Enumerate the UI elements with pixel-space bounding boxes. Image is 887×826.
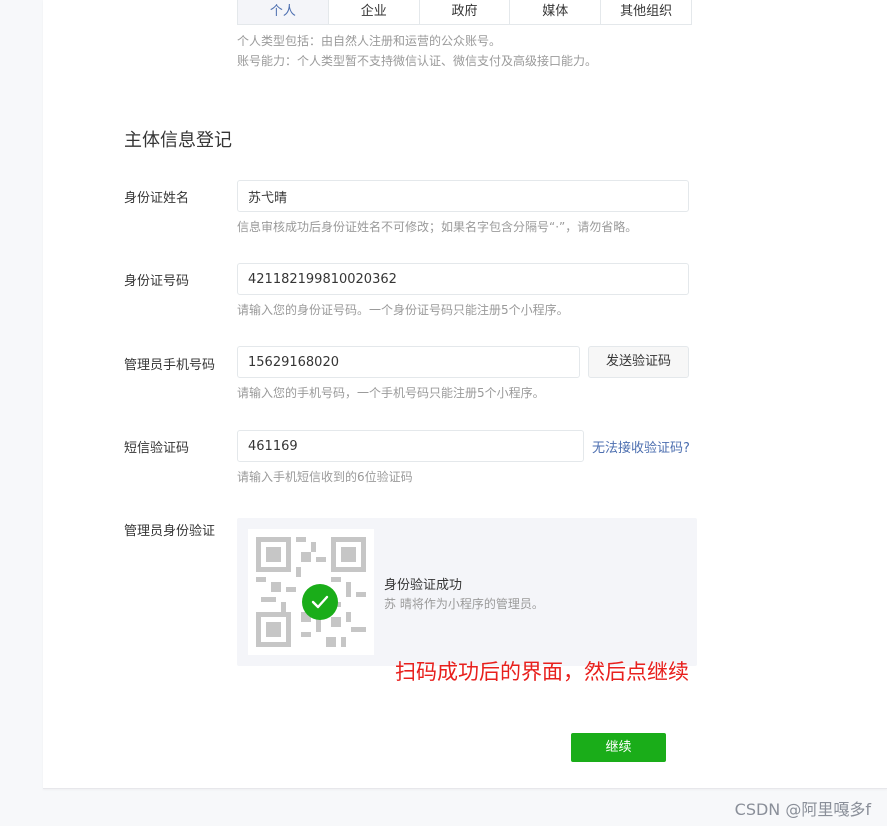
tab-individual[interactable]: 个人: [238, 0, 329, 24]
id-number-label: 身份证号码: [124, 274, 190, 289]
send-code-button[interactable]: 发送验证码: [588, 346, 689, 378]
admin-verify-panel: 身份验证成功 苏 晴将作为小程序的管理员。: [237, 518, 697, 666]
cannot-receive-code-link[interactable]: 无法接收验证码?: [592, 437, 690, 456]
admin-phone-input[interactable]: [237, 346, 580, 378]
section-title: 主体信息登记: [124, 130, 232, 151]
annotation-text: 扫码成功后的界面，然后点继续: [395, 660, 689, 684]
account-ability-tip: 账号能力：个人类型暂不支持微信认证、微信支付及高级接口能力。: [237, 54, 598, 68]
tab-government[interactable]: 政府: [419, 0, 511, 24]
id-number-input[interactable]: [237, 263, 689, 295]
sms-code-input[interactable]: [237, 430, 584, 462]
admin-verify-label: 管理员身份验证: [124, 524, 216, 539]
id-name-label: 身份证姓名: [124, 191, 190, 206]
continue-button[interactable]: 继续: [571, 733, 666, 762]
sms-code-tip: 请输入手机短信收到的6位验证码: [237, 470, 413, 484]
qr-code: [248, 529, 374, 655]
id-name-tip: 信息审核成功后身份证姓名不可修改；如果名字包含分隔号“·”，请勿省略。: [237, 220, 638, 234]
id-name-input[interactable]: [237, 180, 689, 212]
tab-media[interactable]: 媒体: [510, 0, 602, 24]
sms-code-label: 短信验证码: [124, 441, 190, 456]
tab-other-organization[interactable]: 其他组织: [601, 0, 691, 24]
subject-type-tip: 个人类型包括：由自然人注册和运营的公众账号。: [237, 34, 502, 48]
id-number-tip: 请输入您的身份证号码。一个身份证号码只能注册5个小程序。: [237, 303, 569, 317]
admin-phone-label: 管理员手机号码: [124, 358, 216, 373]
tab-enterprise[interactable]: 企业: [328, 0, 420, 24]
verify-status-desc: 苏 晴将作为小程序的管理员。: [384, 597, 544, 611]
admin-phone-tip: 请输入您的手机号码，一个手机号码只能注册5个小程序。: [237, 386, 545, 400]
subject-type-tabs: 个人 企业 政府 媒体 其他组织: [237, 0, 692, 25]
success-check-icon: [302, 584, 338, 620]
verify-status-title: 身份验证成功: [384, 578, 463, 593]
watermark: CSDN @阿里嘎多f: [734, 800, 871, 819]
